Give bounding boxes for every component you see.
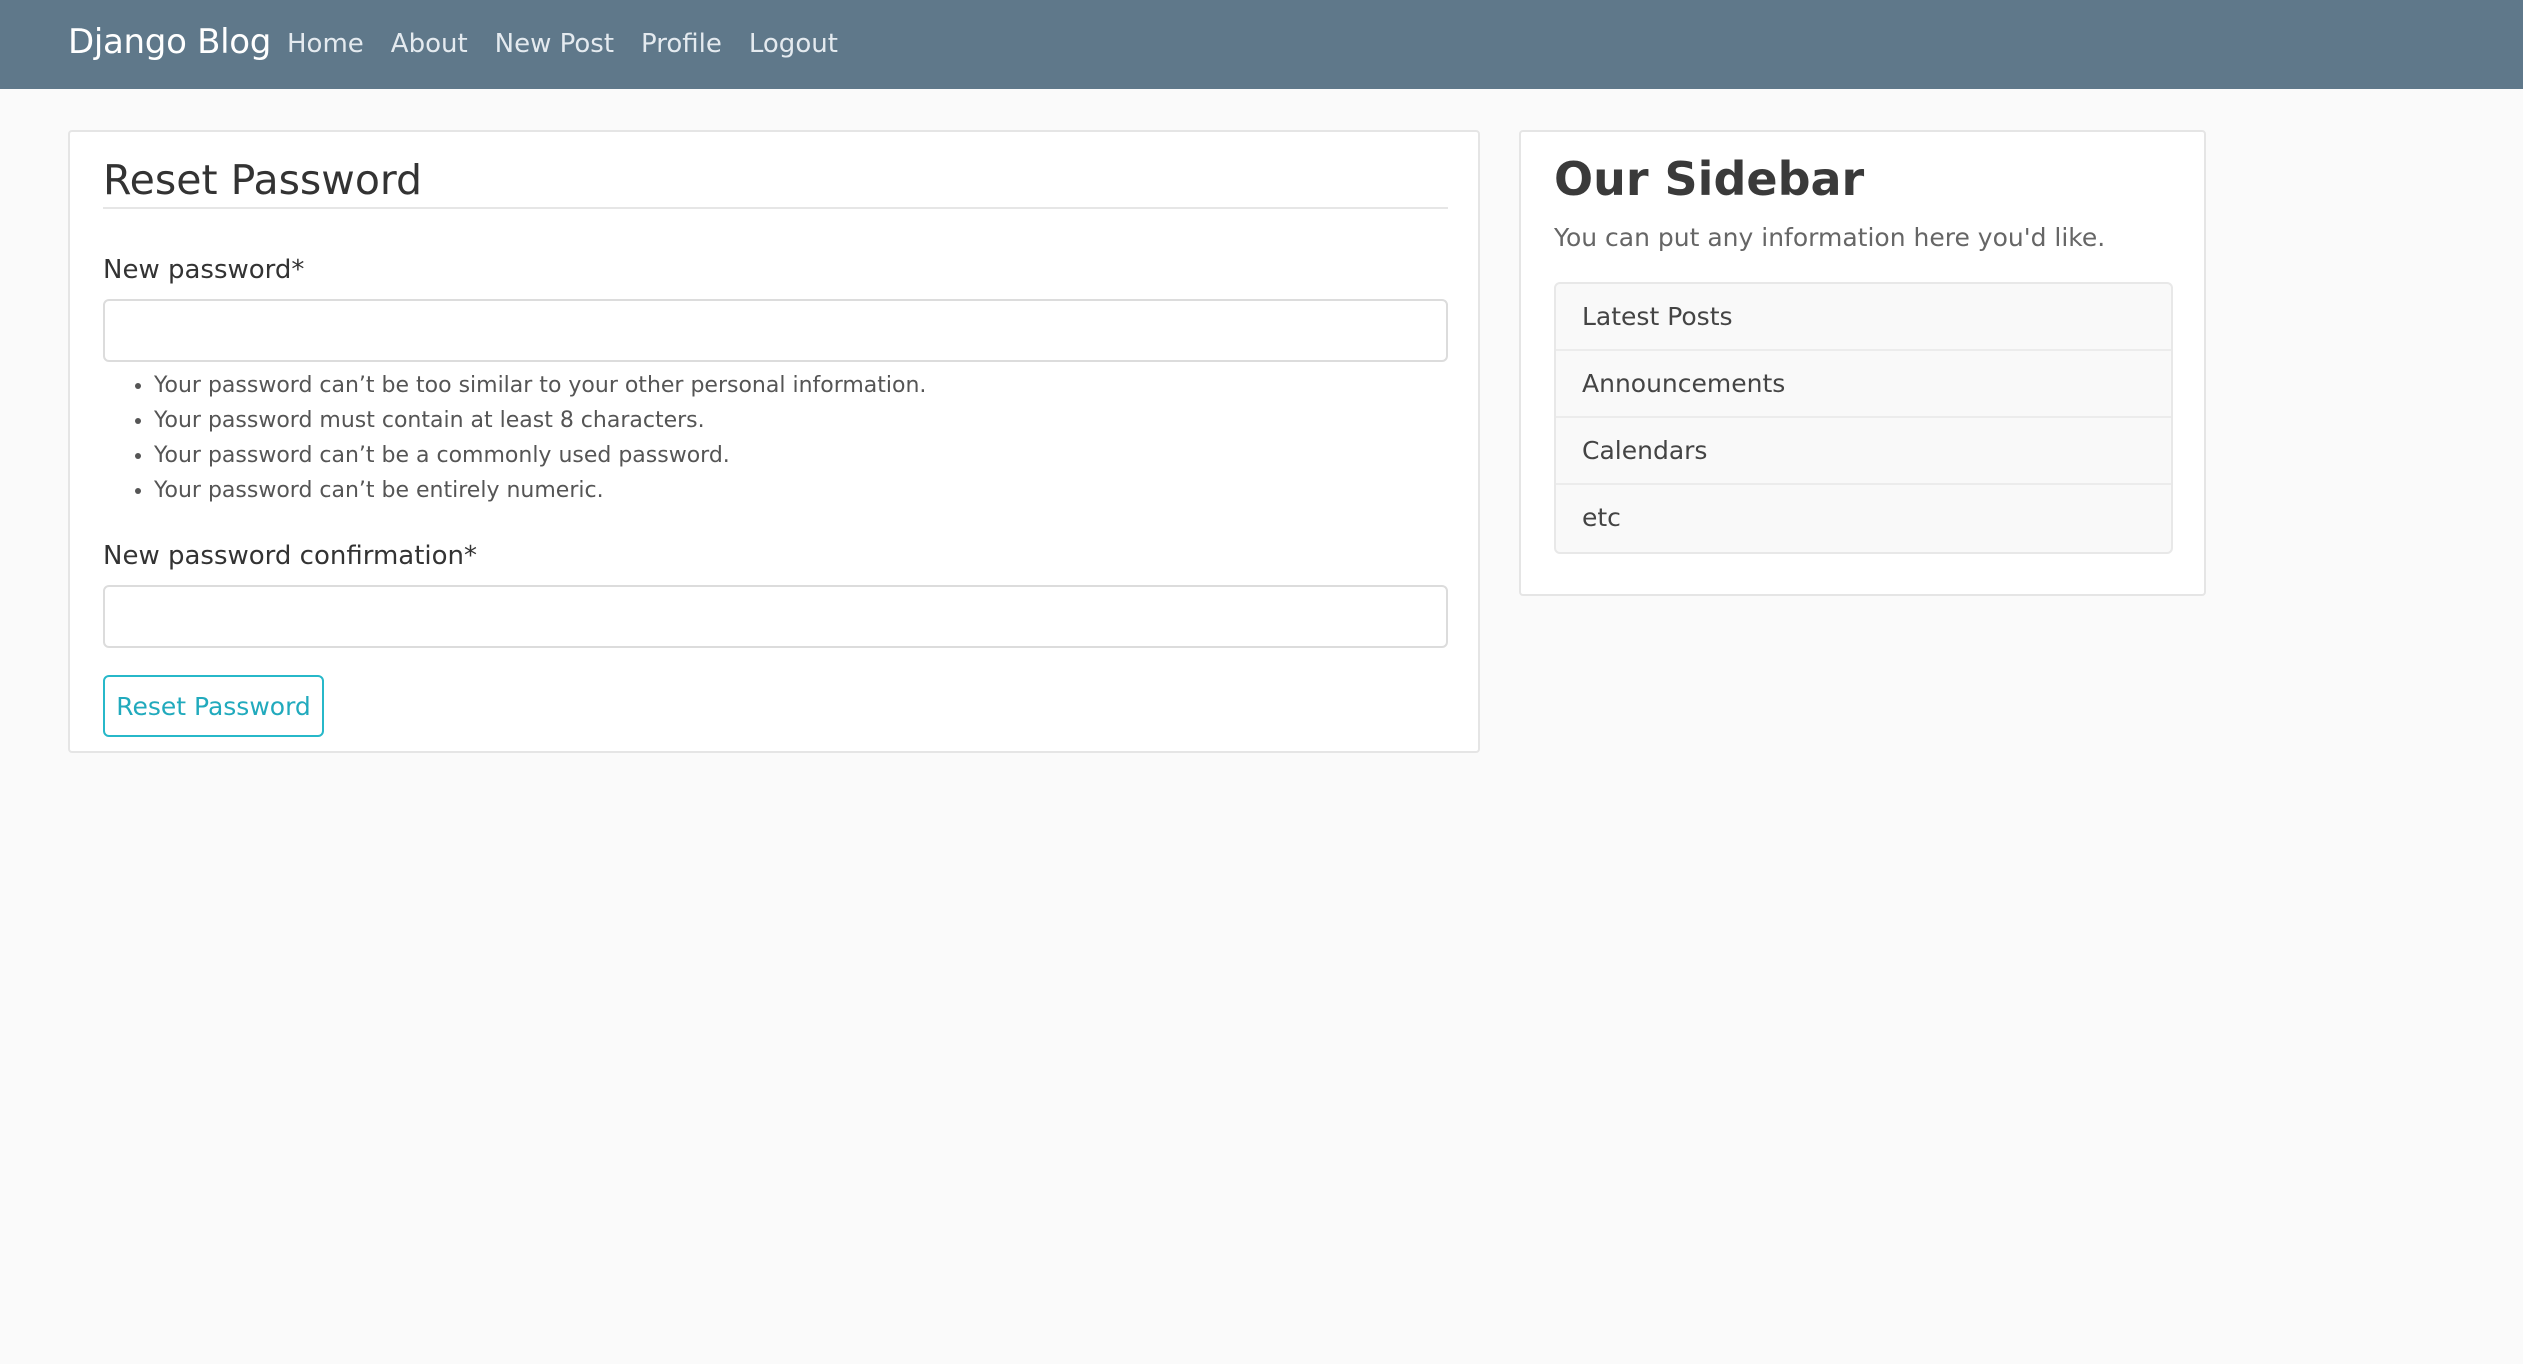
sidebar-item-latest-posts[interactable]: Latest Posts <box>1556 284 2171 351</box>
password-help-item: Your password can’t be entirely numeric. <box>154 476 926 511</box>
nav-link-profile[interactable]: Profile <box>641 29 722 59</box>
nav-link-logout[interactable]: Logout <box>749 29 838 59</box>
sidebar-item-etc[interactable]: etc <box>1556 485 2171 552</box>
sidebar-description: You can put any information here you'd l… <box>1554 223 2106 252</box>
sidebar-item-calendars[interactable]: Calendars <box>1556 418 2171 485</box>
password-help-list: Your password can’t be too similar to yo… <box>154 371 926 511</box>
reset-password-button[interactable]: Reset Password <box>103 675 324 737</box>
password-help-item: Your password can’t be too similar to yo… <box>154 371 926 406</box>
confirm-password-input[interactable] <box>103 585 1448 648</box>
password-help-item: Your password can’t be a commonly used p… <box>154 441 926 476</box>
sidebar-list: Latest Posts Announcements Calendars etc <box>1554 282 2173 554</box>
page-title: Reset Password <box>103 156 423 204</box>
confirm-password-label: New password confirmation* <box>103 541 478 571</box>
nav-link-new-post[interactable]: New Post <box>495 29 614 59</box>
nav-links: Home About New Post Profile Logout <box>287 29 865 59</box>
title-divider <box>103 207 1448 209</box>
sidebar-item-announcements[interactable]: Announcements <box>1556 351 2171 418</box>
nav-link-home[interactable]: Home <box>287 29 364 59</box>
brand-link[interactable]: Django Blog <box>68 22 271 62</box>
reset-password-card: Reset Password New password* Your passwo… <box>68 130 1480 753</box>
sidebar: Our Sidebar You can put any information … <box>1519 130 2206 596</box>
top-navbar: Django Blog Home About New Post Profile … <box>0 0 2523 89</box>
nav-link-about[interactable]: About <box>391 29 468 59</box>
new-password-label: New password* <box>103 255 305 285</box>
password-help-item: Your password must contain at least 8 ch… <box>154 406 926 441</box>
sidebar-title: Our Sidebar <box>1554 152 1865 206</box>
new-password-input[interactable] <box>103 299 1448 362</box>
